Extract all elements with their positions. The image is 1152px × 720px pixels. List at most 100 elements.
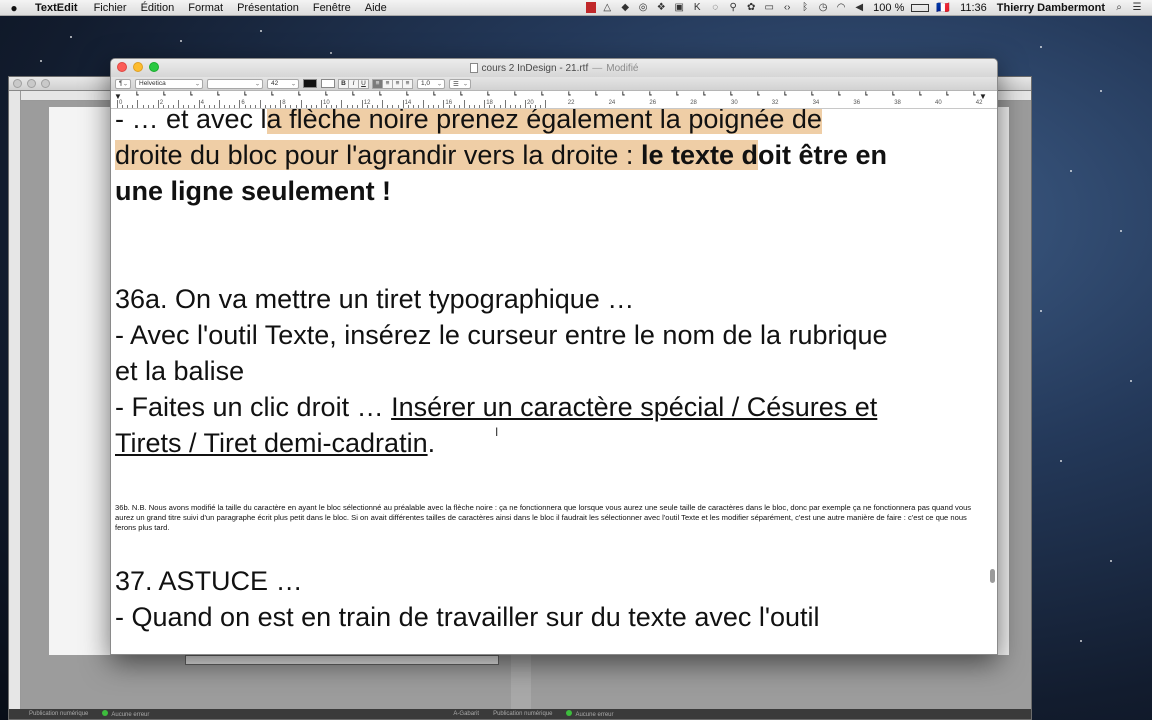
keyboard-maestro-icon[interactable]: K	[690, 2, 704, 14]
ruler-tab-stop[interactable]: ┗	[918, 92, 922, 99]
ruler-tab-stop[interactable]: ┗	[756, 92, 760, 99]
minimize-button[interactable]	[133, 62, 143, 72]
indesign-status-workspace[interactable]: Publication numérique	[29, 711, 88, 717]
ruler-tab-stop[interactable]: ┗	[243, 92, 247, 99]
time-machine-icon[interactable]: ◷	[816, 2, 830, 14]
document-body[interactable]: - … et avec la flèche noire prenez égale…	[111, 109, 997, 654]
ruler-tab-stop[interactable]: ┗	[432, 92, 436, 99]
font-family-select[interactable]: Helvetica	[135, 78, 203, 89]
ruler-tab-stop[interactable]: ┗	[189, 92, 193, 99]
text-line-8[interactable]: Tirets / Tiret demi-cadratin.	[115, 425, 435, 461]
display-icon[interactable]: ▭	[762, 2, 776, 14]
drive-icon[interactable]: △	[600, 2, 614, 14]
heading-36a[interactable]: 36a. On va mettre un tiret typographique…	[115, 281, 634, 317]
text-line-7[interactable]: - Faites un clic droit … Insérer un cara…	[115, 389, 877, 425]
ruler-tab-stop[interactable]: ┗	[702, 92, 706, 99]
menu-format[interactable]: Format	[181, 2, 230, 14]
user-name[interactable]: Thierry Dambermont	[992, 2, 1110, 14]
ruler-tab-stop[interactable]: ┗	[135, 92, 139, 99]
rocket-icon[interactable]: ⚲	[726, 2, 740, 14]
text-color-swatch[interactable]	[303, 79, 317, 88]
menu-fichier[interactable]: Fichier	[87, 2, 134, 14]
ruler-tab-stop[interactable]: ┗	[783, 92, 787, 99]
heading-37[interactable]: 37. ASTUCE …	[115, 563, 303, 599]
battery-percent[interactable]: 100 %	[868, 2, 909, 14]
font-size-select[interactable]: 42	[267, 78, 299, 89]
text-line-6[interactable]: et la balise	[115, 353, 244, 389]
text-line-1[interactable]: - … et avec la flèche noire prenez égale…	[115, 109, 822, 137]
ruler-tab-stop[interactable]: ┗	[270, 92, 274, 99]
vertical-scrollbar[interactable]	[990, 569, 995, 583]
textedit-window[interactable]: cours 2 InDesign - 21.rtf — Modifié ¶ He…	[110, 58, 998, 655]
background-color-swatch[interactable]	[321, 79, 335, 88]
ruler-tab-stop[interactable]: ┗	[621, 92, 625, 99]
indesign-close-icon[interactable]	[13, 79, 22, 88]
ruler-tab-stop[interactable]: ┗	[567, 92, 571, 99]
ruler-tab-stop[interactable]: ┗	[837, 92, 841, 99]
ruler-tab-stop[interactable]: ┗	[945, 92, 949, 99]
menu-app-name[interactable]: TextEdit	[28, 2, 87, 14]
code-icon[interactable]: ‹›	[780, 2, 794, 14]
ruler-tab-stop[interactable]: ┗	[459, 92, 463, 99]
apple-menu-icon[interactable]: ●	[0, 1, 28, 15]
volume-icon[interactable]: ◀	[852, 2, 866, 14]
ruler-tab-stop[interactable]: ┗	[648, 92, 652, 99]
battery-icon[interactable]	[911, 3, 930, 12]
language-flag-icon[interactable]: 🇫🇷	[931, 1, 955, 14]
text-line-5[interactable]: - Avec l'outil Texte, insérez le curseur…	[115, 317, 888, 353]
close-button[interactable]	[117, 62, 127, 72]
notification-center-icon[interactable]: ☰	[1130, 2, 1144, 14]
ruler-tab-stop[interactable]: ┗	[540, 92, 544, 99]
indesign-status-workspace-right[interactable]: Publication numérique	[493, 711, 552, 717]
text-line-2[interactable]: droite du bloc pour l'agrandir vers la d…	[115, 137, 887, 173]
indesign-status-preflight[interactable]: Aucune erreur	[102, 710, 149, 718]
ruler-tab-stop[interactable]: ┗	[405, 92, 409, 99]
dropbox-icon[interactable]: ❖	[654, 2, 668, 14]
record-icon[interactable]	[586, 2, 597, 13]
indesign-zoom-icon[interactable]	[41, 79, 50, 88]
timer-icon[interactable]: ◌	[708, 2, 722, 14]
ruler-tab-stop[interactable]: ┗	[594, 92, 598, 99]
ruler-tab-stop[interactable]: ┗	[162, 92, 166, 99]
line-spacing-select[interactable]: 1,0	[417, 78, 445, 89]
note-36b[interactable]: 36b. N.B. Nous avons modifié la taille d…	[115, 503, 985, 533]
ruler-tab-stop[interactable]: ┗	[972, 92, 976, 99]
wifi-icon[interactable]: ◠	[834, 2, 848, 14]
screenshot-icon[interactable]: ▣	[672, 2, 686, 14]
ruler-tab-stop[interactable]: ┗	[351, 92, 355, 99]
ruler-tab-stop[interactable]: ┗	[810, 92, 814, 99]
ruler-tab-stop[interactable]: ┗	[675, 92, 679, 99]
indesign-text-frame[interactable]	[185, 655, 499, 665]
clock[interactable]: 11:36	[955, 2, 992, 14]
ruler-tab-stop[interactable]: ┗	[513, 92, 517, 99]
indesign-minimize-icon[interactable]	[27, 79, 36, 88]
paragraph-style-select[interactable]: ¶	[115, 78, 131, 89]
text-line-10[interactable]: - Quand on est en train de travailler su…	[115, 599, 820, 635]
menu-fenetre[interactable]: Fenêtre	[306, 2, 358, 14]
indesign-status-preflight-right[interactable]: Aucune erreur	[566, 710, 614, 718]
bluetooth-icon[interactable]: ᛒ	[798, 2, 812, 14]
font-style-select[interactable]	[207, 78, 263, 89]
indesign-status-master[interactable]: A-Gabarit	[453, 711, 479, 717]
ruler-tab-stop[interactable]: ┗	[891, 92, 895, 99]
flower-icon[interactable]: ✿	[744, 2, 758, 14]
sync-icon[interactable]: ◎	[636, 2, 650, 14]
document-title[interactable]: cours 2 InDesign - 21.rtf	[482, 63, 589, 74]
ruler-tab-stop[interactable]: ┗	[297, 92, 301, 99]
window-titlebar[interactable]: cours 2 InDesign - 21.rtf — Modifié	[111, 59, 997, 77]
zoom-button[interactable]	[149, 62, 159, 72]
ruler-tab-stop[interactable]: ┗	[864, 92, 868, 99]
ruler-tab-stop[interactable]: ┗	[486, 92, 490, 99]
text-ruler[interactable]: ▼ ▼ 0 2 4 6 8 10 12 14 16 18 20 22 24 26 28 30 32 34 36 38 4…	[111, 91, 997, 109]
spotlight-search-icon[interactable]: ⌕	[1112, 2, 1126, 14]
list-style-select[interactable]: ☰	[449, 78, 471, 89]
document-icon[interactable]	[469, 63, 478, 73]
align-justify-button[interactable]: ≡	[402, 78, 413, 89]
menu-presentation[interactable]: Présentation	[230, 2, 306, 14]
ruler-tab-stop[interactable]: ┗	[216, 92, 220, 99]
menu-aide[interactable]: Aide	[358, 2, 394, 14]
menu-edition[interactable]: Édition	[134, 2, 182, 14]
text-line-3[interactable]: une ligne seulement !	[115, 173, 391, 209]
evernote-icon[interactable]: ◆	[618, 2, 632, 14]
underline-button[interactable]: U	[358, 78, 369, 89]
